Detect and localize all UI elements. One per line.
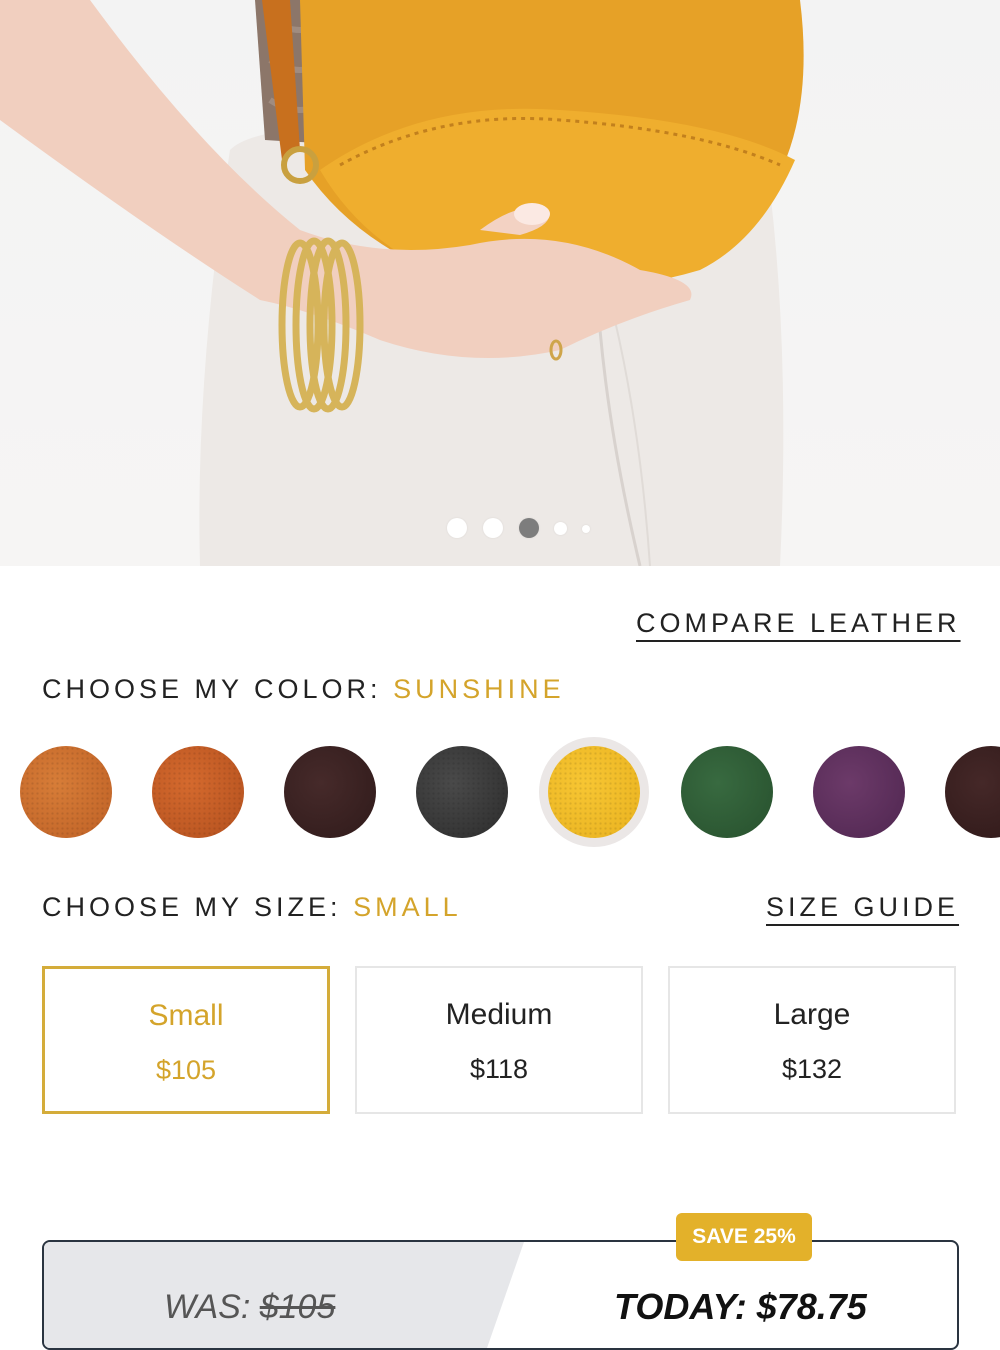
carousel-pagination	[0, 516, 1000, 540]
price-summary: WAS: $105 TODAY: $78.75	[42, 1240, 959, 1350]
carousel-dot[interactable]	[582, 525, 590, 533]
selected-size: SMALL	[353, 892, 462, 922]
size-heading: CHOOSE MY SIZE: SMALL	[42, 892, 462, 923]
swatch-plum[interactable]	[813, 746, 905, 838]
size-option-small[interactable]: Small $105	[42, 966, 330, 1114]
carousel-dot[interactable]	[554, 522, 567, 535]
carousel-dot[interactable]	[447, 518, 467, 538]
swatch-espresso[interactable]	[945, 746, 1000, 838]
size-guide-link[interactable]: SIZE GUIDE	[766, 892, 959, 923]
carousel-dot[interactable]	[483, 518, 503, 538]
swatch-cognac[interactable]	[152, 746, 244, 838]
was-label: WAS:	[164, 1288, 251, 1326]
color-heading: CHOOSE MY COLOR: SUNSHINE	[42, 674, 565, 705]
size-option-medium[interactable]: Medium $118	[355, 966, 643, 1114]
size-price: $118	[469, 1054, 529, 1084]
product-image[interactable]	[0, 0, 1000, 566]
size-name: Medium	[445, 998, 553, 1031]
size-label: CHOOSE MY SIZE:	[42, 892, 342, 922]
color-label: CHOOSE MY COLOR:	[42, 674, 382, 704]
carousel-dot-active[interactable]	[519, 518, 539, 538]
product-photo	[0, 0, 804, 566]
swatch-black[interactable]	[416, 746, 508, 838]
swatch-embossed-tan[interactable]	[20, 746, 112, 838]
original-price: $105	[259, 1288, 336, 1326]
size-option-large[interactable]: Large $132	[668, 966, 956, 1114]
swatch-green[interactable]	[681, 746, 773, 838]
today-price: TODAY: $78.75	[614, 1286, 867, 1327]
compare-leather-link[interactable]: COMPARE LEATHER	[636, 608, 961, 639]
swatch-sunshine[interactable]	[548, 746, 640, 838]
selected-color: SUNSHINE	[393, 674, 565, 704]
size-price: $132	[781, 1054, 843, 1084]
was-price: WAS: $105	[164, 1288, 335, 1327]
size-name: Large	[773, 998, 851, 1031]
swatch-chocolate[interactable]	[284, 746, 376, 838]
size-price: $105	[155, 1055, 217, 1085]
save-badge: SAVE 25%	[676, 1213, 812, 1261]
size-name: Small	[148, 999, 224, 1032]
